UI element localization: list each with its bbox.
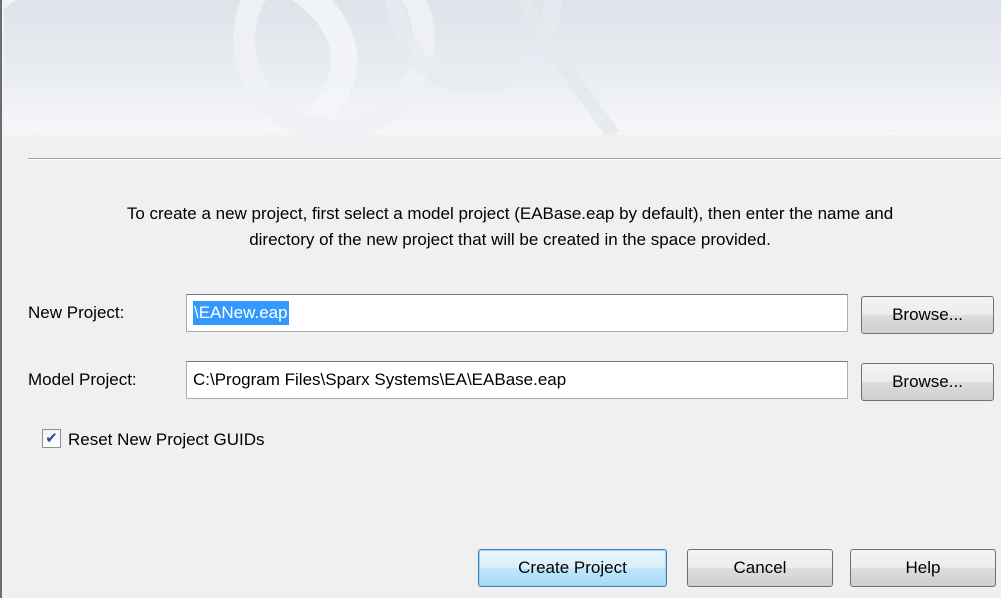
banner-decoration [4, 0, 620, 135]
help-button[interactable]: Help [850, 549, 996, 587]
intro-text: To create a new project, first select a … [22, 201, 998, 253]
new-project-browse-button[interactable]: Browse... [861, 296, 994, 334]
new-project-label: New Project: [28, 303, 125, 322]
intro-line-1: To create a new project, first select a … [126, 204, 894, 223]
new-project-value: \EANew.eap [193, 301, 289, 325]
new-project-dialog: To create a new project, first select a … [0, 0, 1001, 598]
header-separator [28, 158, 1001, 160]
check-icon: ✔ [45, 430, 58, 447]
intro-line-2: directory of the new project that will b… [249, 230, 771, 249]
model-project-input[interactable]: C:\Program Files\Sparx Systems\EA\EABase… [186, 361, 848, 399]
header-banner [4, 0, 1001, 135]
create-project-button[interactable]: Create Project [478, 549, 667, 587]
cancel-button[interactable]: Cancel [687, 549, 833, 587]
model-project-value: C:\Program Files\Sparx Systems\EA\EABase… [193, 370, 567, 389]
new-project-input[interactable]: \EANew.eap [186, 294, 848, 332]
reset-guids-checkbox[interactable]: ✔ [42, 429, 61, 448]
model-project-browse-button[interactable]: Browse... [861, 363, 994, 401]
model-project-label: Model Project: [28, 370, 137, 389]
reset-guids-label[interactable]: Reset New Project GUIDs [68, 430, 265, 450]
